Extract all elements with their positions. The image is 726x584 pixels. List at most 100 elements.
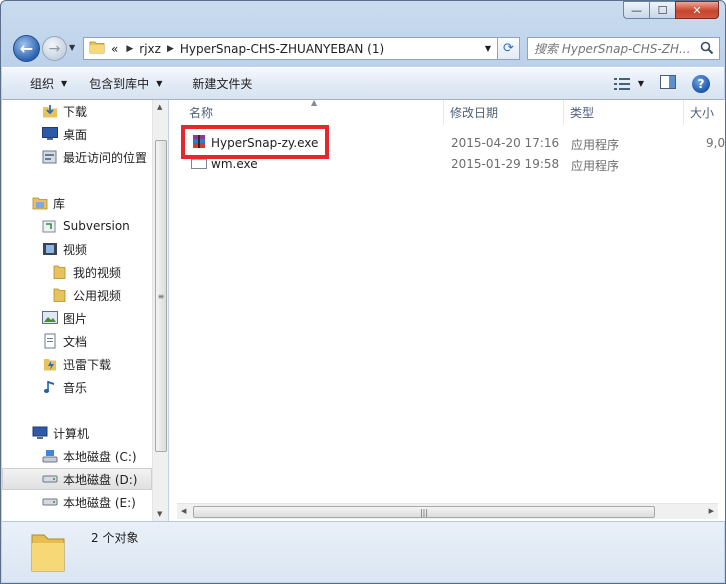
sidebar-item-drive-d[interactable]: 本地磁盘 (D:) bbox=[2, 468, 152, 490]
chevron-right-icon[interactable]: ▶ bbox=[126, 44, 133, 54]
sidebar-item-pictures[interactable]: 图片 bbox=[2, 307, 87, 329]
back-button[interactable]: ← bbox=[13, 35, 40, 62]
file-type: 应用程序 bbox=[571, 138, 620, 152]
breadcrumb-rjxz[interactable]: rjxz bbox=[139, 42, 161, 56]
scroll-right-arrow[interactable]: ▶ bbox=[709, 507, 714, 515]
new-folder-button[interactable]: 新建文件夹 bbox=[172, 68, 262, 99]
new-folder-label: 新建文件夹 bbox=[192, 77, 253, 91]
refresh-icon: ⟳ bbox=[503, 41, 514, 56]
chevron-down-icon: ▼ bbox=[637, 79, 644, 88]
subversion-icon bbox=[42, 218, 58, 234]
sidebar-item-desktop[interactable]: 桌面 bbox=[2, 123, 87, 145]
sidebar-item-label: 本地磁盘 (D:) bbox=[63, 472, 138, 487]
column-header-date[interactable]: 修改日期 bbox=[444, 100, 564, 125]
forward-button[interactable]: → bbox=[42, 36, 67, 61]
close-icon: ✕ bbox=[692, 3, 702, 17]
sidebar-item-label: Subversion bbox=[63, 219, 130, 233]
horizontal-scrollbar[interactable]: ◀ ||| ▶ bbox=[177, 503, 718, 519]
back-arrow-icon: ← bbox=[19, 39, 34, 58]
sidebar-item-videos[interactable]: 视频 bbox=[2, 238, 87, 260]
item-count: 2 个对象 bbox=[91, 531, 139, 545]
scroll-left-arrow[interactable]: ◀ bbox=[181, 507, 186, 515]
search-icon[interactable] bbox=[700, 41, 714, 58]
organize-label: 组织 bbox=[30, 77, 55, 91]
address-bar[interactable]: « ▶ rjxz ▶ HyperSnap-CHS-ZHUANYEBAN (1) … bbox=[83, 37, 498, 60]
sidebar-item-drive-c[interactable]: 本地磁盘 (C:) bbox=[2, 445, 137, 467]
scroll-up-arrow[interactable]: ▲ bbox=[157, 103, 162, 111]
file-date: 2015-01-29 19:58 bbox=[451, 157, 560, 171]
maximize-icon: ☐ bbox=[657, 3, 668, 17]
explorer-window: — ☐ ✕ ← → ▼ « ▶ rjxz ▶ HyperSnap-CHS-ZHU… bbox=[0, 0, 726, 584]
breadcrumb-overflow[interactable]: « bbox=[111, 42, 118, 56]
recent-pages-dropdown[interactable]: ▼ bbox=[69, 43, 75, 52]
sidebar-item-label: 我的视频 bbox=[73, 265, 122, 280]
refresh-button[interactable]: ⟳ bbox=[498, 37, 520, 60]
search-input[interactable] bbox=[534, 41, 694, 56]
sidebar-item-recent-places[interactable]: 最近访问的位置 bbox=[2, 146, 147, 168]
documents-icon bbox=[42, 333, 58, 349]
address-dropdown[interactable]: ▼ bbox=[479, 38, 497, 59]
sidebar-item-documents[interactable]: 文档 bbox=[2, 330, 87, 352]
folder-icon bbox=[30, 529, 66, 576]
folder-icon bbox=[52, 287, 68, 303]
desktop-icon bbox=[42, 126, 58, 142]
grip-icon: ≡ bbox=[157, 291, 165, 301]
chevron-right-icon[interactable]: ▶ bbox=[167, 44, 174, 54]
sidebar-item-my-videos[interactable]: 我的视频 bbox=[2, 261, 121, 283]
sidebar-item-thunder-downloads[interactable]: 迅雷下载 bbox=[2, 353, 111, 375]
sidebar-item-label: 计算机 bbox=[53, 426, 90, 441]
sidebar-item-drive-e[interactable]: 本地磁盘 (E:) bbox=[2, 491, 136, 513]
minimize-button[interactable]: — bbox=[623, 1, 649, 19]
grip-icon: ||| bbox=[419, 507, 429, 517]
column-header-label: 修改日期 bbox=[450, 106, 499, 120]
sidebar-item-public-videos[interactable]: 公用视频 bbox=[2, 284, 121, 306]
details-pane: 2 个对象 bbox=[2, 521, 724, 582]
help-icon: ? bbox=[697, 76, 705, 91]
scrollbar-thumb[interactable]: ≡ bbox=[155, 140, 167, 452]
column-header-size[interactable]: 大小 bbox=[684, 100, 725, 125]
organize-menu[interactable]: 组织 ▼ bbox=[2, 68, 77, 99]
minimize-icon: — bbox=[631, 3, 642, 17]
sidebar-item-label: 桌面 bbox=[63, 127, 88, 142]
sidebar-item-label: 文档 bbox=[63, 334, 88, 349]
sidebar-item-computer[interactable]: 计算机 bbox=[2, 422, 89, 444]
highlight-box bbox=[181, 125, 329, 159]
sidebar-item-label: 公用视频 bbox=[73, 288, 122, 303]
drive-icon bbox=[42, 494, 58, 510]
navigation-scrollbar[interactable]: ▲ ≡ ▼ bbox=[152, 100, 168, 521]
folder-icon bbox=[89, 40, 105, 57]
close-button[interactable]: ✕ bbox=[675, 1, 719, 19]
view-controls: ▼ ? bbox=[613, 68, 710, 99]
sidebar-item-subversion[interactable]: Subversion bbox=[2, 215, 130, 237]
scrollbar-thumb[interactable]: ||| bbox=[193, 506, 655, 518]
command-bar: 组织 ▼ 包含到库中 ▼ 新建文件夹 ▼ ? bbox=[2, 67, 724, 100]
forward-arrow-icon: → bbox=[48, 40, 61, 57]
sidebar-item-downloads[interactable]: 下载 bbox=[2, 100, 87, 122]
preview-pane-button[interactable] bbox=[660, 75, 676, 92]
maximize-button[interactable]: ☐ bbox=[649, 1, 675, 19]
help-button[interactable]: ? bbox=[692, 74, 710, 93]
music-icon bbox=[42, 379, 58, 395]
view-options-button[interactable]: ▼ bbox=[613, 77, 644, 91]
include-in-library-menu[interactable]: 包含到库中 ▼ bbox=[77, 68, 172, 99]
breadcrumb-current-folder[interactable]: HyperSnap-CHS-ZHUANYEBAN (1) bbox=[180, 42, 384, 56]
preview-pane-icon bbox=[660, 75, 676, 89]
navigation-pane: 下载 桌面 最近访问的位置 库 Subversion 视频 我的视频 公用视频 … bbox=[2, 100, 168, 521]
folder-icon bbox=[52, 264, 68, 280]
system-drive-icon bbox=[42, 448, 58, 464]
sidebar-item-libraries[interactable]: 库 bbox=[2, 192, 65, 214]
search-box[interactable] bbox=[527, 37, 720, 60]
sidebar-item-music[interactable]: 音乐 bbox=[2, 376, 87, 398]
sidebar-item-label: 最近访问的位置 bbox=[63, 150, 148, 165]
file-name: wm.exe bbox=[211, 157, 258, 171]
column-header-label: 大小 bbox=[690, 106, 715, 120]
column-header-type[interactable]: 类型 bbox=[564, 100, 684, 125]
caption-buttons: — ☐ ✕ bbox=[623, 1, 719, 19]
download-folder-icon bbox=[42, 103, 58, 119]
include-in-library-label: 包含到库中 bbox=[89, 77, 150, 91]
sort-ascending-icon: ▲ bbox=[311, 100, 318, 107]
scroll-down-arrow[interactable]: ▼ bbox=[157, 510, 162, 518]
sidebar-item-label: 本地磁盘 (C:) bbox=[63, 449, 137, 464]
sidebar-item-label: 视频 bbox=[63, 242, 88, 257]
column-header-label: 类型 bbox=[570, 106, 595, 120]
